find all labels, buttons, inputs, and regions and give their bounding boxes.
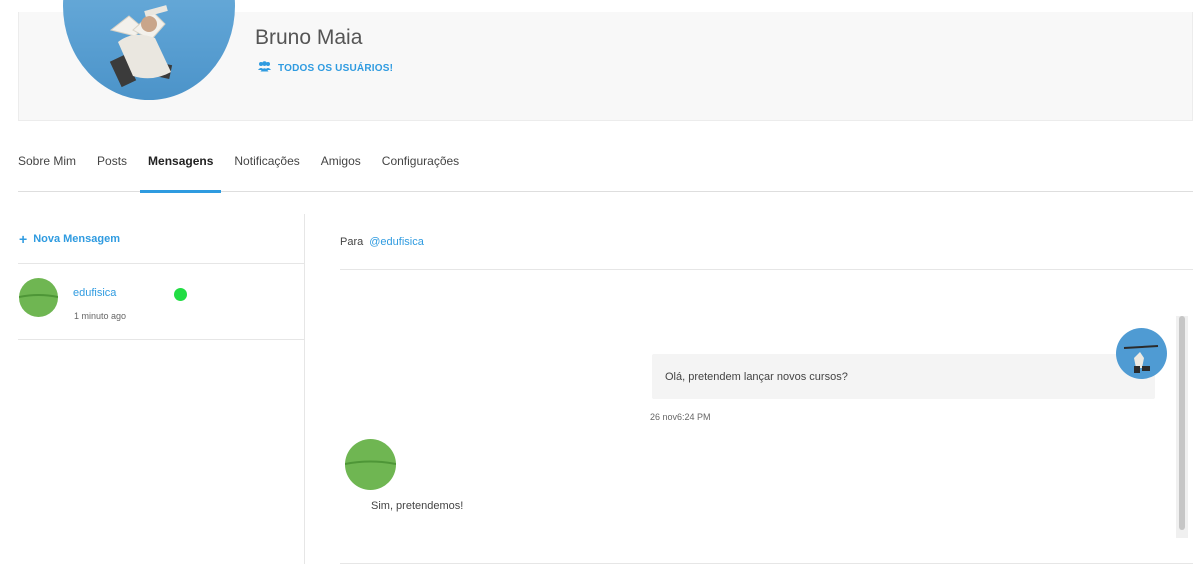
- tab-notificacoes[interactable]: Notificações: [234, 130, 299, 192]
- conversation-sidebar: + Nova Mensagem edufisica 1 minuto ago: [18, 214, 305, 564]
- contact-name: edufisica: [73, 287, 117, 299]
- tab-amigos[interactable]: Amigos: [321, 130, 361, 192]
- profile-tabs: Sobre Mim Posts Mensagens Notificações A…: [18, 130, 1193, 193]
- recipient-label: Para: [340, 235, 364, 248]
- conversation-item[interactable]: edufisica 1 minuto ago: [18, 264, 305, 340]
- tab-configuracoes[interactable]: Configurações: [382, 130, 459, 192]
- message-thread[interactable]: Olá, pretendem lançar novos cursos? 26 n…: [340, 271, 1193, 564]
- users-icon: [258, 59, 271, 77]
- incoming-message-text: Sim, pretendemos!: [371, 500, 464, 512]
- contact-avatar: [344, 439, 397, 490]
- chat-header: Para @edufisica: [340, 214, 1193, 270]
- all-users-label: TODOS OS USUÁRIOS!: [278, 62, 394, 74]
- message-timestamp: 26 nov6:24 PM: [650, 412, 711, 422]
- app-root: Bruno Maia TODOS OS USUÁRIOS! Sobre Mim …: [0, 0, 1193, 564]
- contact-last-seen: 1 minuto ago: [74, 311, 127, 321]
- my-avatar: [1116, 328, 1167, 379]
- online-status-dot: [174, 288, 187, 301]
- outgoing-message: Olá, pretendem lançar novos cursos?: [652, 354, 1155, 399]
- tab-posts[interactable]: Posts: [97, 130, 127, 192]
- all-users-link[interactable]: TODOS OS USUÁRIOS!: [258, 59, 393, 77]
- scrollbar-thumb[interactable]: [1179, 316, 1185, 530]
- new-message-button[interactable]: + Nova Mensagem: [18, 214, 305, 264]
- profile-header: Bruno Maia TODOS OS USUÁRIOS!: [18, 0, 1193, 121]
- tab-sobre-mim[interactable]: Sobre Mim: [18, 130, 76, 192]
- profile-avatar[interactable]: [63, 0, 235, 100]
- contact-avatar: [18, 278, 59, 317]
- new-message-label: Nova Mensagem: [33, 232, 120, 245]
- message-scrollbar[interactable]: [1176, 316, 1188, 538]
- profile-name: Bruno Maia: [255, 26, 363, 49]
- plus-icon: +: [19, 230, 28, 247]
- message-text: Olá, pretendem lançar novos cursos?: [665, 370, 848, 383]
- recipient-handle[interactable]: @edufisica: [369, 236, 424, 248]
- tab-mensagens[interactable]: Mensagens: [139, 130, 222, 193]
